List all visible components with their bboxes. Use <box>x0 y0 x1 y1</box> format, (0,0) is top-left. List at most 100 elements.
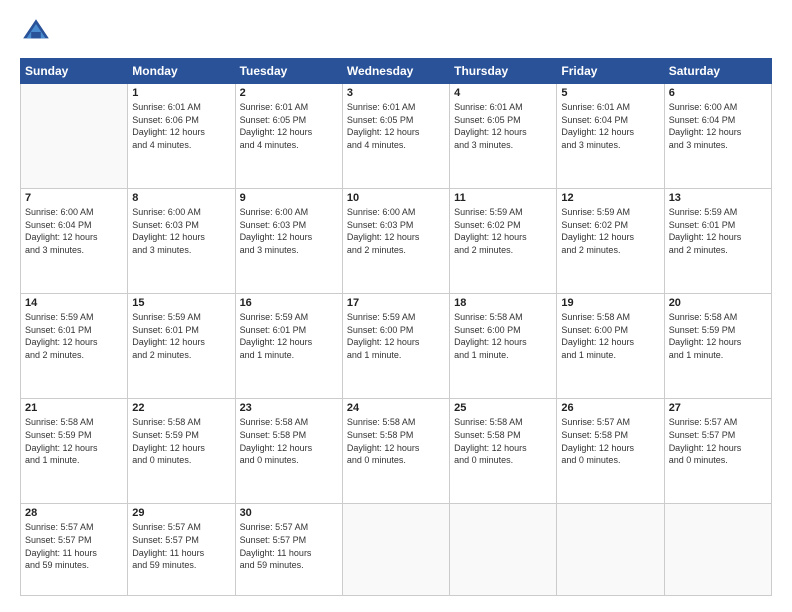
calendar-cell: 4 Sunrise: 6:01 AM Sunset: 6:05 PM Daylig… <box>450 84 557 189</box>
calendar-cell: 27Sunrise: 5:57 AM Sunset: 5:57 PM Dayli… <box>664 399 771 504</box>
logo-icon <box>20 16 52 48</box>
calendar-cell: 7 Sunrise: 6:00 AM Sunset: 6:04 PM Daylig… <box>21 189 128 294</box>
day-number: 3 <box>347 87 445 99</box>
day-info: Sunrise: 5:57 AM Sunset: 5:57 PM Dayligh… <box>25 521 123 571</box>
day-number: 25 <box>454 402 552 414</box>
calendar-cell: 14 Sunrise: 5:59 AM Sunset: 6:01 PM Dayli… <box>21 294 128 399</box>
day-info: Sunrise: 5:58 AM Sunset: 5:59 PM Dayligh… <box>25 416 123 466</box>
calendar-body: 1 Sunrise: 6:01 AM Sunset: 6:06 PM Daylig… <box>21 84 772 596</box>
day-number: 2 <box>240 87 338 99</box>
day-info: Sunrise: 5:57 AM Sunset: 5:57 PM Dayligh… <box>669 416 767 466</box>
weekday-header-thursday: Thursday <box>450 59 557 84</box>
day-number: 1 <box>132 87 230 99</box>
calendar-cell <box>450 504 557 596</box>
day-info: Sunrise: 5:58 AM Sunset: 5:58 PM Dayligh… <box>347 416 445 466</box>
day-number: 30 <box>240 507 338 519</box>
day-info: Sunrise: 5:57 AM Sunset: 5:58 PM Dayligh… <box>561 416 659 466</box>
calendar-cell <box>557 504 664 596</box>
weekday-header-sunday: Sunday <box>21 59 128 84</box>
day-info: Sunrise: 6:00 AM Sunset: 6:03 PM Dayligh… <box>132 206 230 256</box>
day-info: Sunrise: 6:01 AM Sunset: 6:05 PM Dayligh… <box>454 101 552 151</box>
day-info: Sunrise: 6:01 AM Sunset: 6:05 PM Dayligh… <box>240 101 338 151</box>
day-number: 5 <box>561 87 659 99</box>
week-row-3: 14 Sunrise: 5:59 AM Sunset: 6:01 PM Dayli… <box>21 294 772 399</box>
day-info: Sunrise: 5:58 AM Sunset: 6:00 PM Dayligh… <box>454 311 552 361</box>
calendar-cell: 5 Sunrise: 6:01 AM Sunset: 6:04 PM Daylig… <box>557 84 664 189</box>
calendar-cell: 2 Sunrise: 6:01 AM Sunset: 6:05 PM Daylig… <box>235 84 342 189</box>
day-number: 17 <box>347 297 445 309</box>
day-number: 8 <box>132 192 230 204</box>
day-number: 9 <box>240 192 338 204</box>
calendar-cell: 6 Sunrise: 6:00 AM Sunset: 6:04 PM Daylig… <box>664 84 771 189</box>
day-info: Sunrise: 5:59 AM Sunset: 6:01 PM Dayligh… <box>132 311 230 361</box>
calendar-cell: 17 Sunrise: 5:59 AM Sunset: 6:00 PM Dayli… <box>342 294 449 399</box>
calendar-cell: 30 Sunrise: 5:57 AM Sunset: 5:57 PM Dayli… <box>235 504 342 596</box>
day-info: Sunrise: 5:59 AM Sunset: 6:01 PM Dayligh… <box>669 206 767 256</box>
calendar-cell: 8 Sunrise: 6:00 AM Sunset: 6:03 PM Daylig… <box>128 189 235 294</box>
calendar-cell: 9 Sunrise: 6:00 AM Sunset: 6:03 PM Daylig… <box>235 189 342 294</box>
day-info: Sunrise: 5:58 AM Sunset: 5:58 PM Dayligh… <box>240 416 338 466</box>
day-info: Sunrise: 6:00 AM Sunset: 6:03 PM Dayligh… <box>240 206 338 256</box>
day-number: 12 <box>561 192 659 204</box>
calendar-cell: 10Sunrise: 6:00 AM Sunset: 6:03 PM Dayli… <box>342 189 449 294</box>
day-number: 20 <box>669 297 767 309</box>
header <box>20 16 772 48</box>
day-info: Sunrise: 5:58 AM Sunset: 5:59 PM Dayligh… <box>669 311 767 361</box>
day-info: Sunrise: 5:57 AM Sunset: 5:57 PM Dayligh… <box>132 521 230 571</box>
day-number: 19 <box>561 297 659 309</box>
day-info: Sunrise: 6:00 AM Sunset: 6:04 PM Dayligh… <box>669 101 767 151</box>
weekday-header-friday: Friday <box>557 59 664 84</box>
day-info: Sunrise: 5:58 AM Sunset: 6:00 PM Dayligh… <box>561 311 659 361</box>
calendar-cell <box>664 504 771 596</box>
logo <box>20 16 56 48</box>
day-info: Sunrise: 5:59 AM Sunset: 6:00 PM Dayligh… <box>347 311 445 361</box>
day-number: 16 <box>240 297 338 309</box>
week-row-1: 1 Sunrise: 6:01 AM Sunset: 6:06 PM Daylig… <box>21 84 772 189</box>
day-info: Sunrise: 6:01 AM Sunset: 6:06 PM Dayligh… <box>132 101 230 151</box>
day-number: 4 <box>454 87 552 99</box>
calendar-cell: 16Sunrise: 5:59 AM Sunset: 6:01 PM Dayli… <box>235 294 342 399</box>
day-number: 22 <box>132 402 230 414</box>
weekday-header-tuesday: Tuesday <box>235 59 342 84</box>
day-info: Sunrise: 6:01 AM Sunset: 6:05 PM Dayligh… <box>347 101 445 151</box>
weekday-header: SundayMondayTuesdayWednesdayThursdayFrid… <box>21 59 772 84</box>
calendar-cell: 18 Sunrise: 5:58 AM Sunset: 6:00 PM Dayli… <box>450 294 557 399</box>
calendar-cell <box>342 504 449 596</box>
calendar-cell: 21 Sunrise: 5:58 AM Sunset: 5:59 PM Dayli… <box>21 399 128 504</box>
weekday-header-wednesday: Wednesday <box>342 59 449 84</box>
calendar-cell <box>21 84 128 189</box>
day-number: 18 <box>454 297 552 309</box>
calendar-cell: 28 Sunrise: 5:57 AM Sunset: 5:57 PM Dayli… <box>21 504 128 596</box>
calendar-cell: 25 Sunrise: 5:58 AM Sunset: 5:58 PM Dayli… <box>450 399 557 504</box>
day-number: 28 <box>25 507 123 519</box>
day-info: Sunrise: 5:57 AM Sunset: 5:57 PM Dayligh… <box>240 521 338 571</box>
calendar-cell: 15Sunrise: 5:59 AM Sunset: 6:01 PM Dayli… <box>128 294 235 399</box>
calendar-cell: 19 Sunrise: 5:58 AM Sunset: 6:00 PM Dayli… <box>557 294 664 399</box>
calendar-cell: 20 Sunrise: 5:58 AM Sunset: 5:59 PM Dayli… <box>664 294 771 399</box>
week-row-4: 21 Sunrise: 5:58 AM Sunset: 5:59 PM Dayli… <box>21 399 772 504</box>
day-number: 7 <box>25 192 123 204</box>
calendar-cell: 3 Sunrise: 6:01 AM Sunset: 6:05 PM Daylig… <box>342 84 449 189</box>
day-number: 13 <box>669 192 767 204</box>
calendar: SundayMondayTuesdayWednesdayThursdayFrid… <box>20 58 772 596</box>
day-number: 21 <box>25 402 123 414</box>
day-number: 14 <box>25 297 123 309</box>
page: SundayMondayTuesdayWednesdayThursdayFrid… <box>0 0 792 612</box>
day-number: 23 <box>240 402 338 414</box>
weekday-header-monday: Monday <box>128 59 235 84</box>
calendar-cell: 1 Sunrise: 6:01 AM Sunset: 6:06 PM Daylig… <box>128 84 235 189</box>
calendar-cell: 29Sunrise: 5:57 AM Sunset: 5:57 PM Dayli… <box>128 504 235 596</box>
calendar-cell: 26 Sunrise: 5:57 AM Sunset: 5:58 PM Dayli… <box>557 399 664 504</box>
day-number: 11 <box>454 192 552 204</box>
day-number: 6 <box>669 87 767 99</box>
day-info: Sunrise: 5:58 AM Sunset: 5:59 PM Dayligh… <box>132 416 230 466</box>
day-info: Sunrise: 5:59 AM Sunset: 6:01 PM Dayligh… <box>25 311 123 361</box>
day-info: Sunrise: 5:58 AM Sunset: 5:58 PM Dayligh… <box>454 416 552 466</box>
day-info: Sunrise: 6:01 AM Sunset: 6:04 PM Dayligh… <box>561 101 659 151</box>
calendar-cell: 23 Sunrise: 5:58 AM Sunset: 5:58 PM Dayli… <box>235 399 342 504</box>
day-info: Sunrise: 6:00 AM Sunset: 6:04 PM Dayligh… <box>25 206 123 256</box>
day-number: 10 <box>347 192 445 204</box>
calendar-cell: 11Sunrise: 5:59 AM Sunset: 6:02 PM Dayli… <box>450 189 557 294</box>
calendar-cell: 12Sunrise: 5:59 AM Sunset: 6:02 PM Dayli… <box>557 189 664 294</box>
day-number: 26 <box>561 402 659 414</box>
